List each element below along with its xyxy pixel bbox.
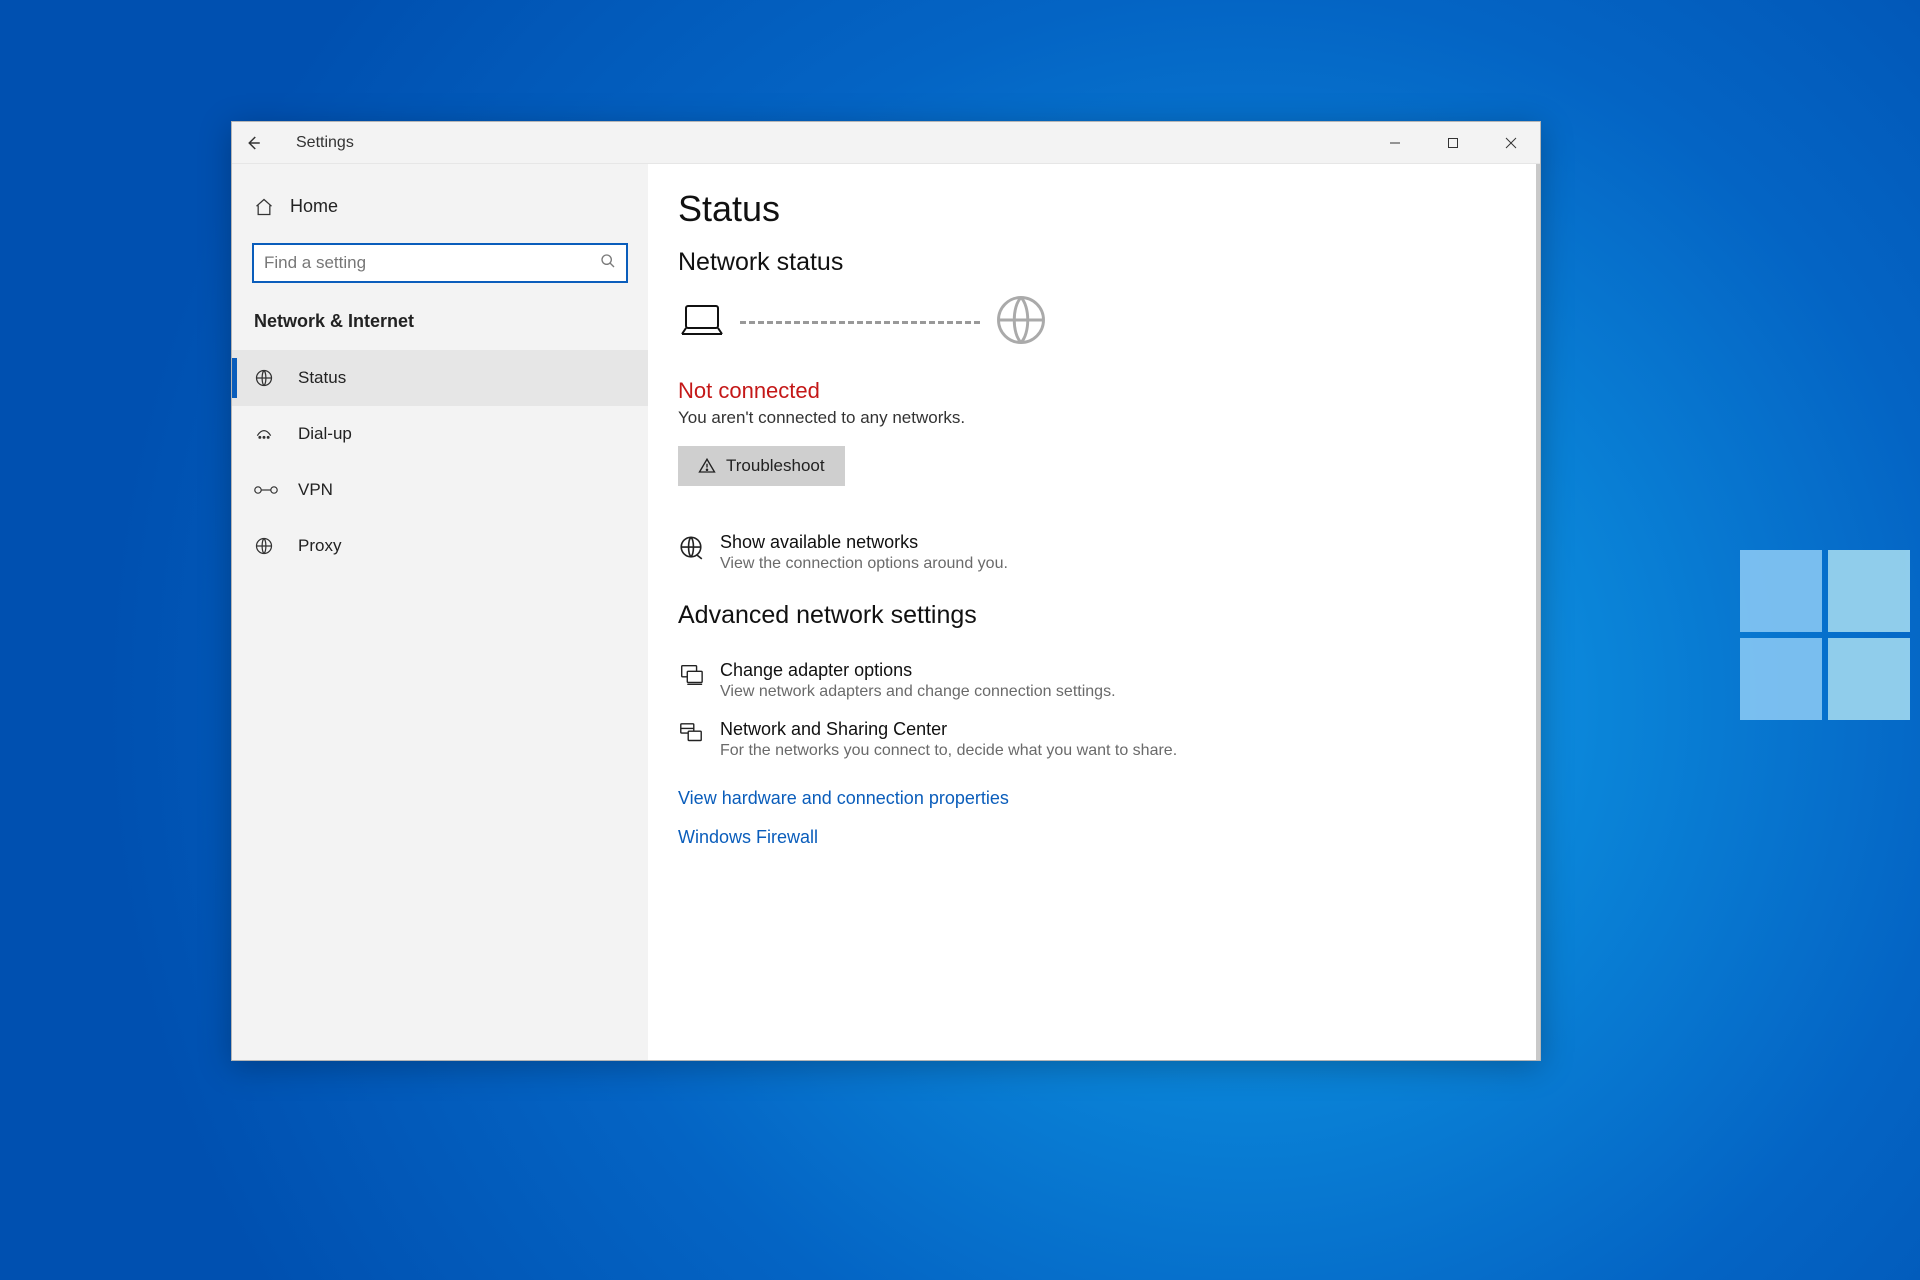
sidebar-item-label: Proxy [298,536,341,556]
troubleshoot-button[interactable]: Troubleshoot [678,446,845,486]
scrollbar[interactable] [1536,164,1540,1060]
show-available-networks[interactable]: Show available networks View the connect… [678,532,1500,573]
sidebar-item-label: VPN [298,480,333,500]
change-adapter-options[interactable]: Change adapter options View network adap… [678,660,1500,701]
sidebar-home-label: Home [290,196,338,217]
network-diagram [678,293,1500,352]
hardware-properties-link[interactable]: View hardware and connection properties [678,788,1009,809]
maximize-button[interactable] [1424,122,1482,164]
sidebar-item-status[interactable]: Status [232,350,648,406]
sidebar-item-vpn[interactable]: VPN [232,462,648,518]
sidebar: Home Network & Internet Status Dial-u [232,164,648,1060]
sharing-icon [678,719,720,752]
search-box[interactable] [252,243,628,283]
status-icon [254,368,284,388]
window-title: Settings [296,134,354,152]
search-icon [600,253,616,274]
show-networks-title: Show available networks [720,532,1008,553]
sidebar-item-label: Status [298,368,346,388]
maximize-icon [1447,137,1459,149]
minimize-button[interactable] [1366,122,1424,164]
back-button[interactable] [232,122,274,164]
show-networks-desc: View the connection options around you. [720,555,1008,573]
windows-firewall-link[interactable]: Windows Firewall [678,827,818,848]
sharing-desc: For the networks you connect to, decide … [720,742,1177,760]
network-sharing-center[interactable]: Network and Sharing Center For the netwo… [678,719,1500,760]
advanced-header: Advanced network settings [678,601,1500,630]
page-title: Status [678,188,1500,230]
network-status-header: Network status [678,248,1500,277]
content-area: Status Network status Not connected You … [648,164,1540,1060]
close-button[interactable] [1482,122,1540,164]
not-connected-subtitle: You aren't connected to any networks. [678,408,1500,428]
vpn-icon [254,482,284,498]
warning-icon [698,457,716,475]
sidebar-home[interactable]: Home [232,184,648,229]
sidebar-section-header: Network & Internet [232,301,648,350]
globe-icon [994,293,1048,352]
laptop-icon [678,300,726,345]
sharing-title: Network and Sharing Center [720,719,1177,740]
troubleshoot-label: Troubleshoot [726,456,825,476]
adapter-title: Change adapter options [720,660,1116,681]
search-input[interactable] [264,253,600,273]
close-icon [1505,137,1517,149]
home-icon [254,197,274,217]
minimize-icon [1389,137,1401,149]
sidebar-item-dialup[interactable]: Dial-up [232,406,648,462]
proxy-icon [254,536,284,556]
sidebar-item-proxy[interactable]: Proxy [232,518,648,574]
adapter-desc: View network adapters and change connect… [720,683,1116,701]
windows-logo [1740,550,1920,730]
back-arrow-icon [244,134,262,152]
network-globe-icon [678,532,720,565]
adapter-icon [678,660,720,693]
sidebar-item-label: Dial-up [298,424,352,444]
titlebar: Settings [232,122,1540,164]
dialup-icon [254,424,284,444]
not-connected-title: Not connected [678,378,1500,404]
settings-window: Settings Home Netw [231,121,1541,1061]
